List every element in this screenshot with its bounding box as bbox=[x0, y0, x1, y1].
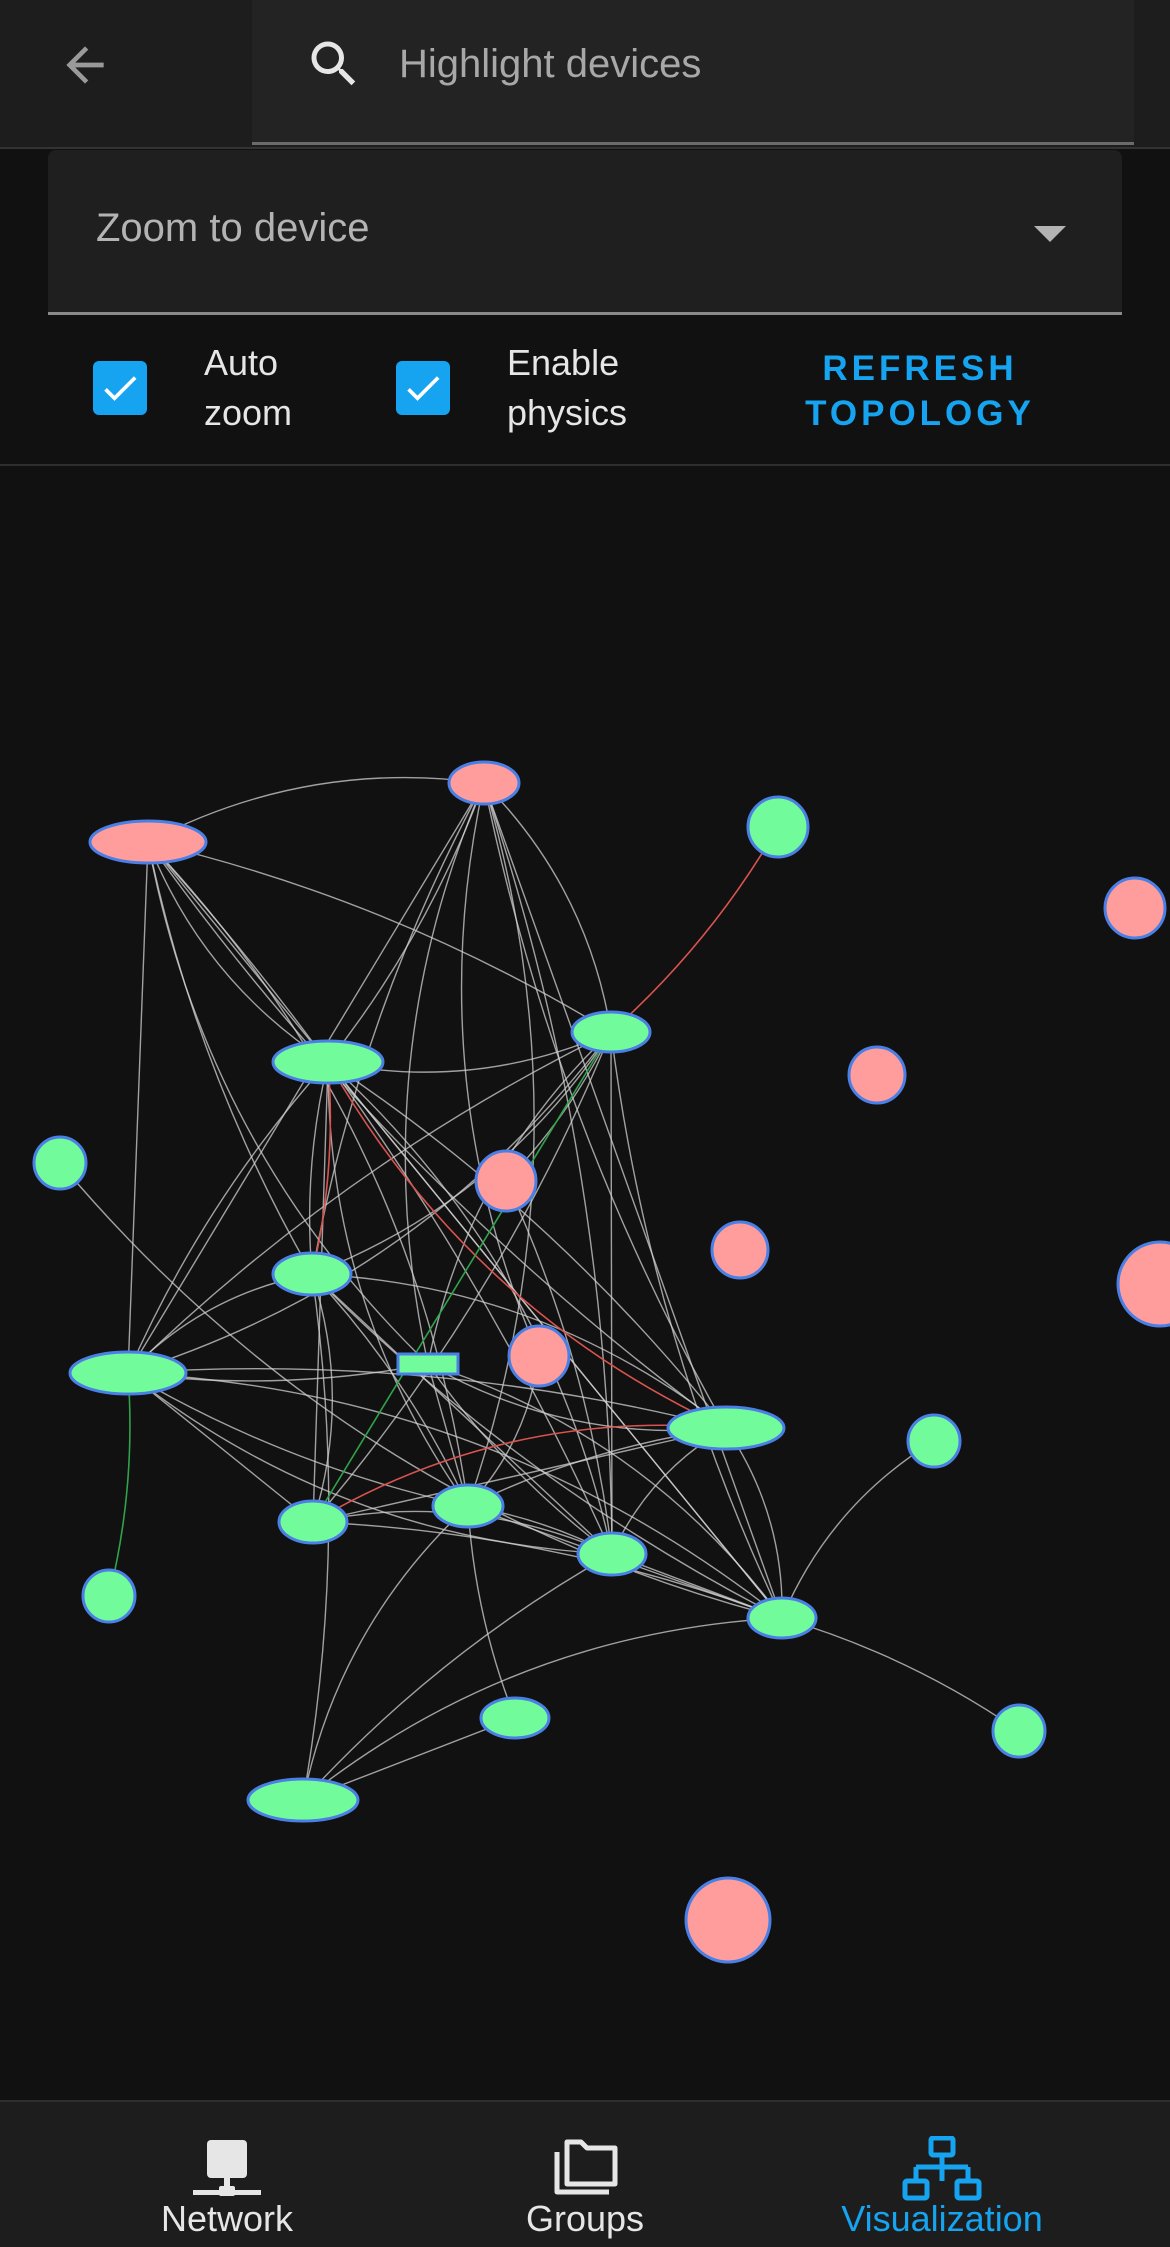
graph-edge bbox=[725, 1427, 783, 1619]
graph-node-n16[interactable] bbox=[666, 1405, 786, 1451]
auto-zoom-checkbox[interactable] bbox=[93, 361, 147, 415]
graph-node-n4[interactable] bbox=[1103, 876, 1167, 940]
graph-edge bbox=[327, 782, 485, 1063]
options-row: Auto zoom Enable physics REFRESH TOPOLOG… bbox=[0, 318, 1170, 466]
graph-edge bbox=[311, 782, 485, 1275]
back-button[interactable] bbox=[50, 30, 120, 100]
auto-zoom-label: Auto zoom bbox=[204, 342, 293, 433]
checkmark-icon bbox=[104, 376, 137, 401]
zoom-select-label: Zoom to device bbox=[96, 206, 370, 250]
top-app-bar bbox=[0, 0, 1170, 149]
refresh-topology-button[interactable]: REFRESH TOPOLOGY bbox=[800, 346, 1040, 440]
graph-edge bbox=[127, 1372, 314, 1523]
graph-node-n7[interactable] bbox=[847, 1045, 907, 1105]
graph-node-n14[interactable] bbox=[507, 1324, 571, 1388]
enable-physics-label: Enable physics bbox=[507, 342, 628, 433]
graph-edge bbox=[127, 1031, 612, 1374]
graph-edge bbox=[147, 841, 613, 1555]
graph-edge bbox=[147, 841, 612, 1033]
search-box[interactable] bbox=[252, 0, 1134, 145]
topology-graph[interactable] bbox=[0, 466, 1170, 2100]
graph-node-n19[interactable] bbox=[431, 1483, 505, 1529]
topology-icon bbox=[902, 2136, 982, 2201]
graph-node-n15[interactable] bbox=[68, 1350, 188, 1396]
graph-edge bbox=[327, 1061, 469, 1507]
graph-node-n10[interactable] bbox=[710, 1220, 770, 1280]
graph-edge bbox=[147, 841, 727, 1429]
graph-node-n18[interactable] bbox=[277, 1499, 349, 1545]
network-device-icon bbox=[193, 2140, 261, 2196]
graph-node-n13[interactable] bbox=[396, 1352, 460, 1376]
graph-edge bbox=[467, 782, 535, 1507]
graph-node-n2[interactable] bbox=[447, 760, 521, 806]
enable-physics-checkbox[interactable] bbox=[396, 361, 450, 415]
graph-edge bbox=[404, 782, 485, 1365]
nav-network-label: Network bbox=[160, 2198, 294, 2239]
graph-edge bbox=[127, 841, 149, 1374]
checkmark-icon bbox=[407, 376, 440, 401]
graph-node-n27[interactable] bbox=[684, 1876, 772, 1964]
graph-edge bbox=[302, 1553, 613, 1801]
nav-visualization[interactable]: Visualization bbox=[792, 2102, 1092, 2247]
graph-node-n9[interactable] bbox=[474, 1149, 538, 1213]
graph-node-n11[interactable] bbox=[1116, 1240, 1170, 1328]
search-icon bbox=[311, 41, 356, 86]
arrow-left-icon bbox=[66, 46, 104, 84]
graph-node-n1[interactable] bbox=[88, 819, 208, 865]
graph-edge bbox=[127, 1031, 612, 1374]
graph-node-n3[interactable] bbox=[746, 795, 810, 859]
graph-edge bbox=[610, 1031, 783, 1619]
nav-groups-label: Groups bbox=[525, 2198, 645, 2239]
app-root: Zoom to device Auto zoom Enable physics … bbox=[0, 0, 1170, 2247]
nav-visualization-label: Visualization bbox=[841, 2198, 1043, 2239]
search-input[interactable] bbox=[397, 28, 1101, 100]
graph-edge bbox=[127, 1372, 613, 1555]
graph-node-n12[interactable] bbox=[271, 1251, 353, 1297]
graph-edge bbox=[127, 1367, 727, 1429]
graph-node-n22[interactable] bbox=[746, 1596, 818, 1640]
nav-groups[interactable]: Groups bbox=[435, 2102, 735, 2247]
graph-edge bbox=[781, 1440, 935, 1619]
graph-edge bbox=[127, 1061, 329, 1374]
graph-node-n25[interactable] bbox=[991, 1703, 1047, 1759]
folders-icon bbox=[554, 2139, 618, 2195]
graph-node-n23[interactable] bbox=[479, 1696, 551, 1740]
graph-edge bbox=[108, 1372, 131, 1597]
graph-node-n21[interactable] bbox=[81, 1568, 137, 1624]
bottom-navigation: Network Groups Visualization bbox=[0, 2100, 1170, 2247]
graph-node-n5[interactable] bbox=[271, 1039, 385, 1085]
graph-node-n6[interactable] bbox=[570, 1010, 652, 1054]
graph-edges bbox=[59, 776, 1020, 1801]
nav-network[interactable]: Network bbox=[77, 2102, 377, 2247]
graph-node-n8[interactable] bbox=[32, 1135, 88, 1191]
graph-edge bbox=[610, 1031, 613, 1555]
zoom-to-device-select[interactable]: Zoom to device bbox=[48, 150, 1122, 315]
graph-node-n20[interactable] bbox=[576, 1531, 648, 1577]
graph-node-n17[interactable] bbox=[906, 1413, 962, 1469]
graph-edge bbox=[610, 826, 779, 1033]
graph-nodes bbox=[32, 760, 1170, 1964]
dropdown-arrow-icon bbox=[1034, 226, 1066, 242]
graph-node-n24[interactable] bbox=[246, 1777, 360, 1823]
graph-edge bbox=[781, 1617, 1020, 1732]
